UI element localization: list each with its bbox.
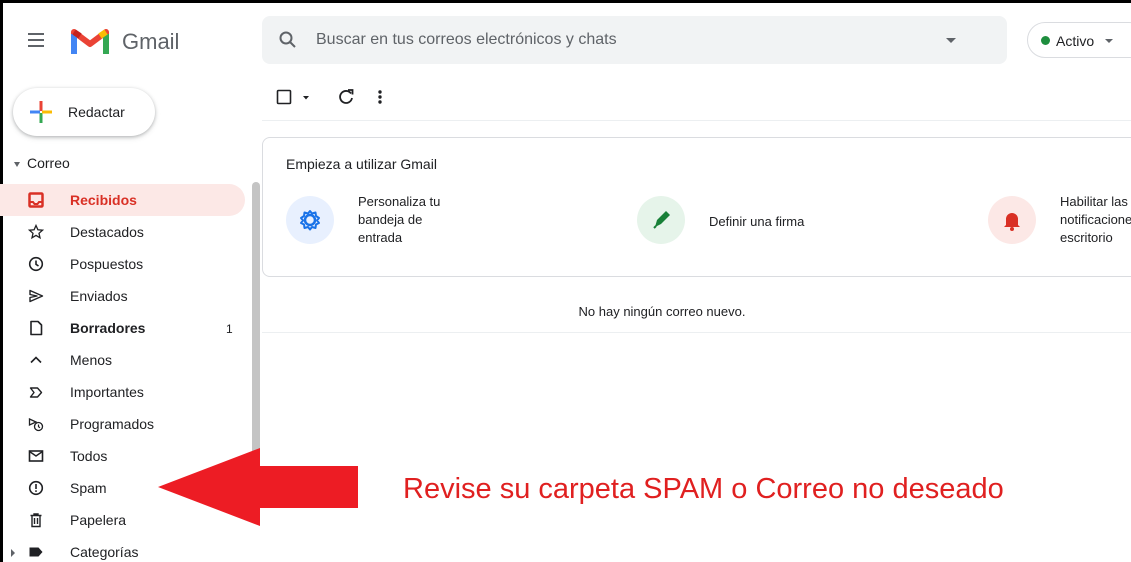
trash-icon (30, 513, 42, 528)
pen-icon (653, 211, 670, 229)
sidebar-item-borradores[interactable]: Borradores 1 (0, 312, 245, 344)
feature-icon-bg (637, 196, 685, 244)
sidebar-item-label: Pospuestos (70, 256, 144, 272)
getting-started-title: Empieza a utilizar Gmail (286, 156, 437, 172)
sidebar-item-importantes[interactable]: Importantes (0, 376, 245, 408)
sidebar-item-label: Papelera (70, 512, 127, 528)
compose-button[interactable]: Redactar (13, 88, 155, 136)
spam-icon (28, 480, 44, 496)
feature-text: Personaliza tu bandeja de entrada (358, 194, 441, 245)
plus-icon (30, 101, 52, 123)
empty-inbox-message: No hay ningún correo nuevo. (578, 304, 746, 319)
chevron-up-icon (30, 356, 42, 364)
search-bar[interactable] (262, 16, 1007, 64)
search-input[interactable] (316, 29, 916, 51)
search-icon[interactable] (278, 30, 298, 50)
caret-down-icon (1105, 39, 1113, 43)
status-selector[interactable]: Activo (1027, 22, 1131, 58)
sidebar-item-programados[interactable]: Programados (0, 408, 245, 440)
send-icon (29, 289, 44, 303)
feature-icon-bg (988, 196, 1036, 244)
settings-icon (300, 210, 320, 231)
toolbar-divider (262, 120, 1131, 121)
sidebar-item-label: Categorías (70, 544, 139, 560)
sidebar-item-label: Menos (70, 352, 113, 368)
inbox-icon (28, 192, 44, 208)
clock-icon (28, 256, 44, 272)
sidebar-item-label: Programados (70, 416, 155, 432)
sidebar-item-label: Enviados (70, 288, 128, 304)
bell-icon (1004, 213, 1020, 231)
annotation-text: Revise su carpeta SPAM o Correo no desea… (403, 473, 1004, 505)
sidebar-item-destacados[interactable]: Destacados (0, 216, 245, 248)
main-menu-button[interactable] (26, 30, 46, 50)
sidebar-scroll-thumb[interactable] (252, 182, 260, 462)
important-icon (29, 387, 43, 398)
feature-set-signature[interactable]: Definir una firma (637, 193, 937, 253)
more-vert-icon[interactable] (376, 88, 384, 106)
menu-icon (28, 33, 44, 35)
feature-personalize-inbox[interactable]: Personaliza tu bandeja de entrada (286, 193, 586, 253)
content-divider (262, 332, 1131, 333)
mail-section-label: Correo (27, 155, 70, 171)
sidebar-item-label: Recibidos (70, 192, 137, 208)
search-options-icon[interactable] (946, 38, 956, 43)
scheduled-icon (28, 417, 44, 432)
refresh-icon[interactable] (337, 88, 355, 106)
feature-text: Definir una firma (709, 214, 805, 229)
collapse-icon (14, 161, 20, 167)
sidebar-item-pospuestos[interactable]: Pospuestos (0, 248, 245, 280)
expand-arrow-icon[interactable] (11, 549, 15, 557)
red-arrow-annotation (158, 448, 358, 526)
draft-icon (30, 320, 43, 336)
sidebar-item-categorias[interactable]: Categorías (0, 536, 245, 562)
label-icon (29, 547, 43, 557)
checkbox-icon[interactable] (276, 89, 292, 105)
feature-desktop-notifications[interactable]: Habilitar las notificaciones de escritor… (988, 193, 1131, 253)
sidebar-item-label: Todos (70, 448, 108, 464)
sidebar-item-enviados[interactable]: Enviados (0, 280, 245, 312)
caret-down-icon[interactable] (302, 95, 310, 101)
status-label: Activo (1056, 33, 1095, 49)
feature-icon-bg (286, 196, 334, 244)
compose-label: Redactar (68, 104, 125, 120)
mail-section-toggle[interactable]: Correo (14, 155, 70, 171)
draft-count-badge: 1 (226, 322, 233, 336)
status-dot-icon (1041, 36, 1050, 45)
sidebar-item-label: Importantes (70, 384, 144, 400)
sidebar-item-recibidos[interactable]: Recibidos (0, 184, 245, 216)
app-name: Gmail (122, 29, 180, 54)
gmail-window: Gmail Activo Redactar Correo (0, 0, 1131, 562)
gmail-logo[interactable] (70, 24, 110, 56)
feature-text: Habilitar las notificaciones de escritor… (1060, 194, 1131, 245)
sidebar-item-label: Borradores (70, 320, 146, 336)
sidebar-item-label: Spam (70, 480, 107, 496)
sidebar-item-menos[interactable]: Menos (0, 344, 245, 376)
sidebar-item-label: Destacados (70, 224, 144, 240)
star-icon (28, 224, 44, 240)
all-mail-icon (28, 450, 44, 462)
frame-border-top (0, 0, 1131, 3)
